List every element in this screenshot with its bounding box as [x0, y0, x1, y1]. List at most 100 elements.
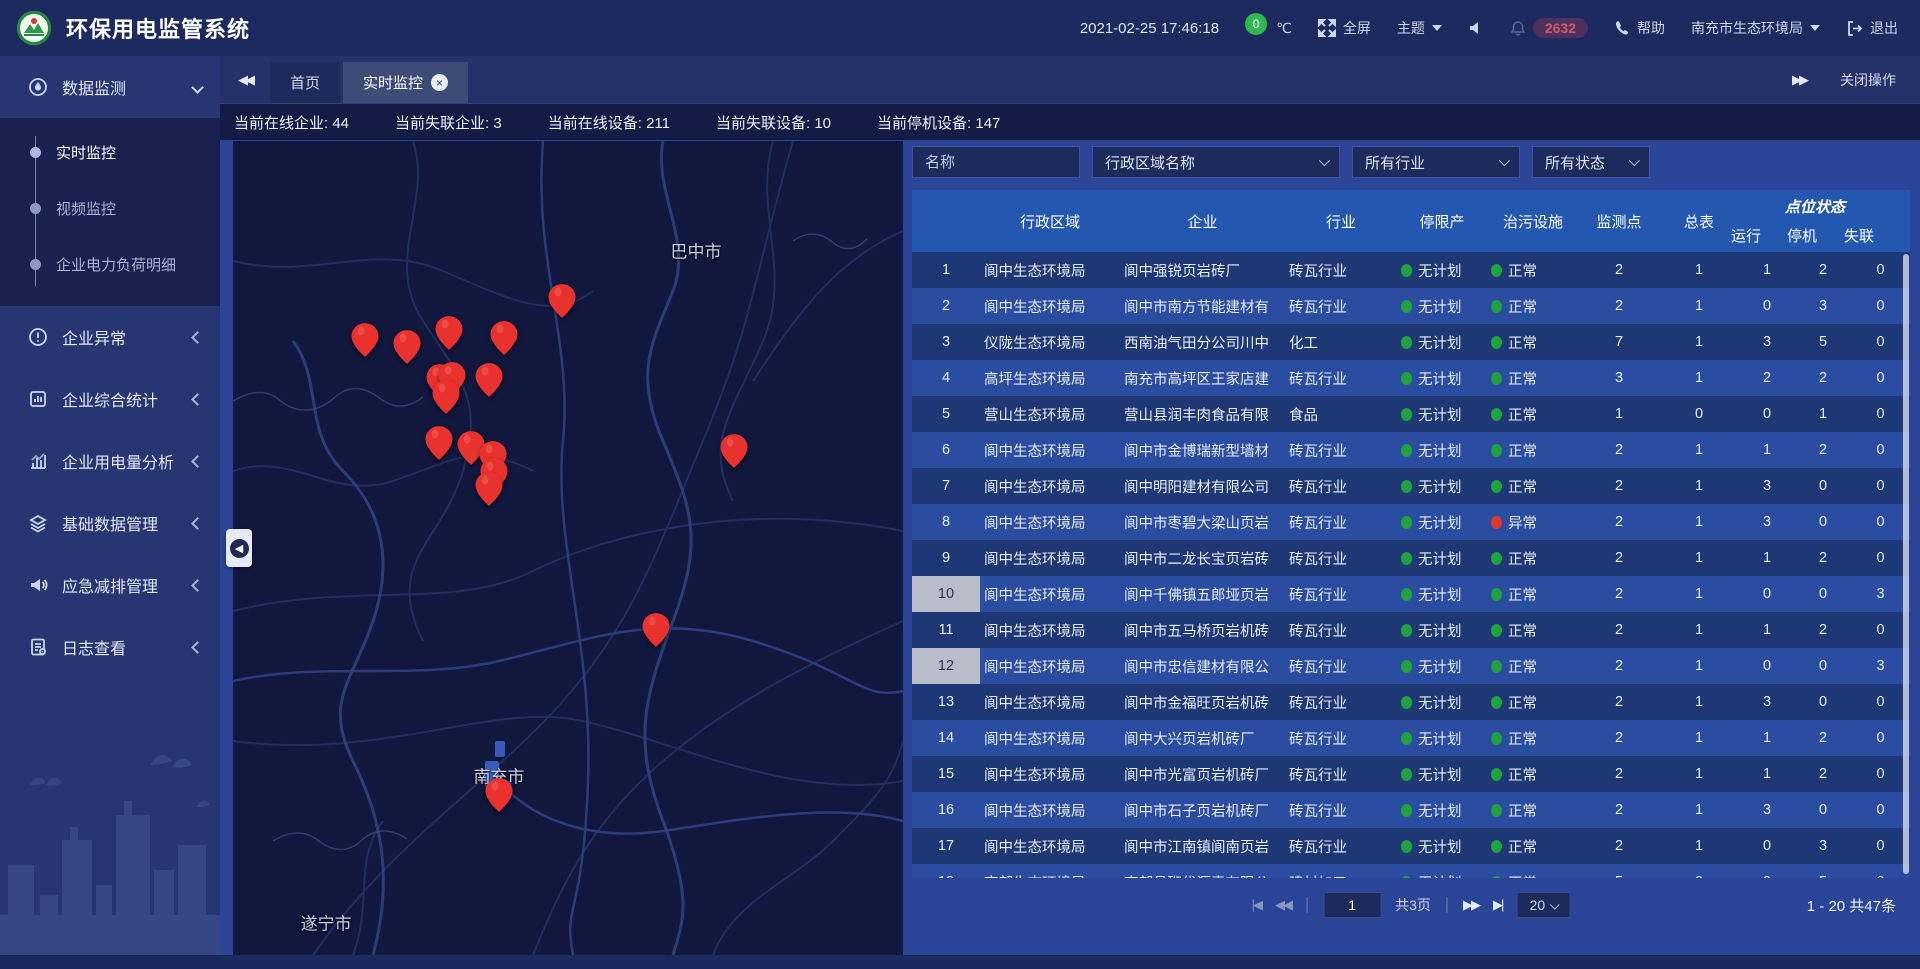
- sidebar-item-视频监控[interactable]: 视频监控: [0, 180, 220, 236]
- row-index[interactable]: 3: [912, 324, 980, 360]
- map-marker-pin[interactable]: [394, 330, 421, 364]
- table-row[interactable]: 2阆中生态环境局阆中市南方节能建材有砖瓦行业无计划正常21030: [912, 288, 1910, 324]
- table-row[interactable]: 1阆中生态环境局阆中强锐页岩砖厂砖瓦行业无计划正常21120: [912, 252, 1910, 288]
- map-marker-pin[interactable]: [433, 380, 460, 414]
- table-row[interactable]: 9阆中生态环境局阆中市二龙长宝页岩砖砖瓦行业无计划正常21120: [912, 540, 1910, 576]
- facility-status-label: 正常: [1508, 620, 1537, 641]
- name-search-input[interactable]: [912, 146, 1080, 178]
- page-number-input[interactable]: [1323, 892, 1381, 918]
- chevron-left-icon: [191, 393, 204, 406]
- sidebar-group-数据监测[interactable]: 数据监测: [0, 56, 220, 118]
- sidebar-group-企业用电量分析[interactable]: 企业用电量分析: [0, 430, 220, 492]
- row-index[interactable]: 1: [912, 252, 980, 288]
- tabs-scroll-left-button[interactable]: ◀◀: [220, 56, 270, 103]
- tab-首页[interactable]: 首页: [270, 62, 340, 103]
- table-row[interactable]: 3仪陇生态环境局西南油气田分公司川中化工无计划正常71350: [912, 324, 1910, 360]
- table-row[interactable]: 16阆中生态环境局阆中市石子页岩机砖厂砖瓦行业无计划正常21300: [912, 792, 1910, 828]
- row-index[interactable]: 18: [912, 864, 980, 878]
- sidebar-group-基础数据管理[interactable]: 基础数据管理: [0, 492, 220, 554]
- help-button[interactable]: 帮助: [1614, 18, 1665, 38]
- cell-total-meter: 1: [1659, 334, 1739, 350]
- row-index[interactable]: 8: [912, 504, 980, 540]
- table-scrollbar[interactable]: [1903, 254, 1909, 874]
- table-row[interactable]: 10阆中生态环境局阆中千佛镇五郎垭页岩砖瓦行业无计划正常21003: [912, 576, 1910, 612]
- fullscreen-button[interactable]: 全屏: [1318, 18, 1371, 38]
- table-row[interactable]: 8阆中生态环境局阆中市枣碧大梁山页岩砖瓦行业无计划异常21300: [912, 504, 1910, 540]
- row-index[interactable]: 15: [912, 756, 980, 792]
- tab-实时监控[interactable]: 实时监控×: [343, 62, 468, 103]
- map-marker-pin[interactable]: [642, 613, 669, 647]
- tabs-scroll-right-button[interactable]: ▶▶: [1792, 72, 1806, 88]
- sidebar-group-企业异常[interactable]: 企业异常: [0, 306, 220, 368]
- table-row[interactable]: 6阆中生态环境局阆中市金博瑞新型墙材砖瓦行业无计划正常21120: [912, 432, 1910, 468]
- map-marker-pin[interactable]: [475, 472, 502, 506]
- row-index[interactable]: 17: [912, 828, 980, 864]
- sidebar-item-实时监控[interactable]: 实时监控: [0, 124, 220, 180]
- total-pages-label: 共3页: [1395, 895, 1431, 915]
- table-row[interactable]: 7阆中生态环境局阆中明阳建材有限公司砖瓦行业无计划正常21300: [912, 468, 1910, 504]
- table-row[interactable]: 15阆中生态环境局阆中市光富页岩机砖厂砖瓦行业无计划正常21120: [912, 756, 1910, 792]
- map-marker-pin[interactable]: [721, 434, 748, 468]
- row-index[interactable]: 6: [912, 432, 980, 468]
- row-index[interactable]: 11: [912, 612, 980, 648]
- next-page-button[interactable]: ▶▶: [1463, 897, 1479, 913]
- stop-status-label: 无计划: [1418, 404, 1462, 425]
- org-dropdown[interactable]: 南充市生态环境局: [1691, 18, 1820, 38]
- row-index[interactable]: 4: [912, 360, 980, 396]
- map-marker-pin[interactable]: [485, 778, 512, 812]
- last-page-button[interactable]: ▶|: [1493, 897, 1502, 913]
- map-marker-pin[interactable]: [548, 284, 575, 318]
- table-row[interactable]: 5营山生态环境局营山县润丰肉食品有限食品无计划正常10010: [912, 396, 1910, 432]
- row-index[interactable]: 9: [912, 540, 980, 576]
- col-running: 运行: [1718, 225, 1774, 246]
- first-page-button[interactable]: |◀: [1252, 897, 1261, 913]
- header-actions: 2021-02-25 17:46:18 0 ℃ 全屏 主题: [1080, 18, 1920, 38]
- map-marker-pin[interactable]: [435, 316, 462, 350]
- close-operations-button[interactable]: 关闭操作: [1840, 70, 1896, 90]
- table-row[interactable]: 11阆中生态环境局阆中市五马桥页岩机砖砖瓦行业无计划正常21120: [912, 612, 1910, 648]
- chevron-down-icon: [191, 81, 204, 94]
- top-header: 环保用电监管系统 2021-02-25 17:46:18 0 ℃ 全屏 主题: [0, 0, 1920, 56]
- table-row[interactable]: 13阆中生态环境局阆中市金福旺页岩机砖砖瓦行业无计划正常21300: [912, 684, 1910, 720]
- industry-select[interactable]: 所有行业: [1352, 146, 1520, 178]
- row-index[interactable]: 16: [912, 792, 980, 828]
- cell-industry: 化工: [1285, 332, 1397, 353]
- sidebar-group-应急减排管理[interactable]: 应急减排管理: [0, 554, 220, 616]
- table-row[interactable]: 18南部生态环境局南部县砌优沥青有限公建材加工无计划正常50050: [912, 864, 1910, 878]
- prev-page-button[interactable]: ◀◀: [1275, 897, 1291, 913]
- cell-running: 0: [1739, 874, 1795, 878]
- status-select[interactable]: 所有状态: [1532, 146, 1650, 178]
- industry-select-value: 所有行业: [1365, 152, 1425, 173]
- page-size-select[interactable]: 20: [1516, 892, 1570, 918]
- sound-button[interactable]: [1468, 20, 1484, 36]
- cell-lost: 0: [1851, 298, 1910, 314]
- row-index[interactable]: 13: [912, 684, 980, 720]
- sidebar-group-企业综合统计[interactable]: 企业综合统计: [0, 368, 220, 430]
- table-row[interactable]: 14阆中生态环境局阆中大兴页岩机砖厂砖瓦行业无计划正常21120: [912, 720, 1910, 756]
- map-marker-pin[interactable]: [425, 426, 452, 460]
- map-marker-pin[interactable]: [351, 323, 378, 357]
- theme-dropdown[interactable]: 主题: [1397, 18, 1442, 38]
- map-marker-pin[interactable]: [490, 321, 517, 355]
- row-index[interactable]: 2: [912, 288, 980, 324]
- map-marker-pin[interactable]: [475, 363, 502, 397]
- sidebar-item-label: 实时监控: [56, 142, 116, 163]
- tab-close-icon[interactable]: ×: [431, 74, 448, 91]
- table-row[interactable]: 4高坪生态环境局南充市高坪区王家店建砖瓦行业无计划正常31220: [912, 360, 1910, 396]
- table-row[interactable]: 12阆中生态环境局阆中市忠信建材有限公砖瓦行业无计划正常21003: [912, 648, 1910, 684]
- sidebar-item-企业电力负荷明细[interactable]: 企业电力负荷明细: [0, 236, 220, 292]
- row-index[interactable]: 14: [912, 720, 980, 756]
- sidebar-group-日志查看[interactable]: 日志查看: [0, 616, 220, 678]
- map-collapse-button[interactable]: ◀: [226, 529, 252, 567]
- row-index[interactable]: 10: [912, 576, 980, 612]
- logout-button[interactable]: 退出: [1846, 18, 1898, 38]
- row-index[interactable]: 12: [912, 648, 980, 684]
- table-row[interactable]: 17阆中生态环境局阆中市江南镇阆南页岩砖瓦行业无计划正常21030: [912, 828, 1910, 864]
- notifications[interactable]: 2632: [1510, 18, 1588, 38]
- point-status-subcolumns: 运行 停机 失联: [1718, 225, 1910, 246]
- stop-status-label: 无计划: [1418, 584, 1462, 605]
- map-panel[interactable]: 巴中市南充市遂宁市 ◀: [233, 141, 903, 955]
- region-select[interactable]: 行政区域名称: [1092, 146, 1340, 178]
- row-index[interactable]: 5: [912, 396, 980, 432]
- row-index[interactable]: 7: [912, 468, 980, 504]
